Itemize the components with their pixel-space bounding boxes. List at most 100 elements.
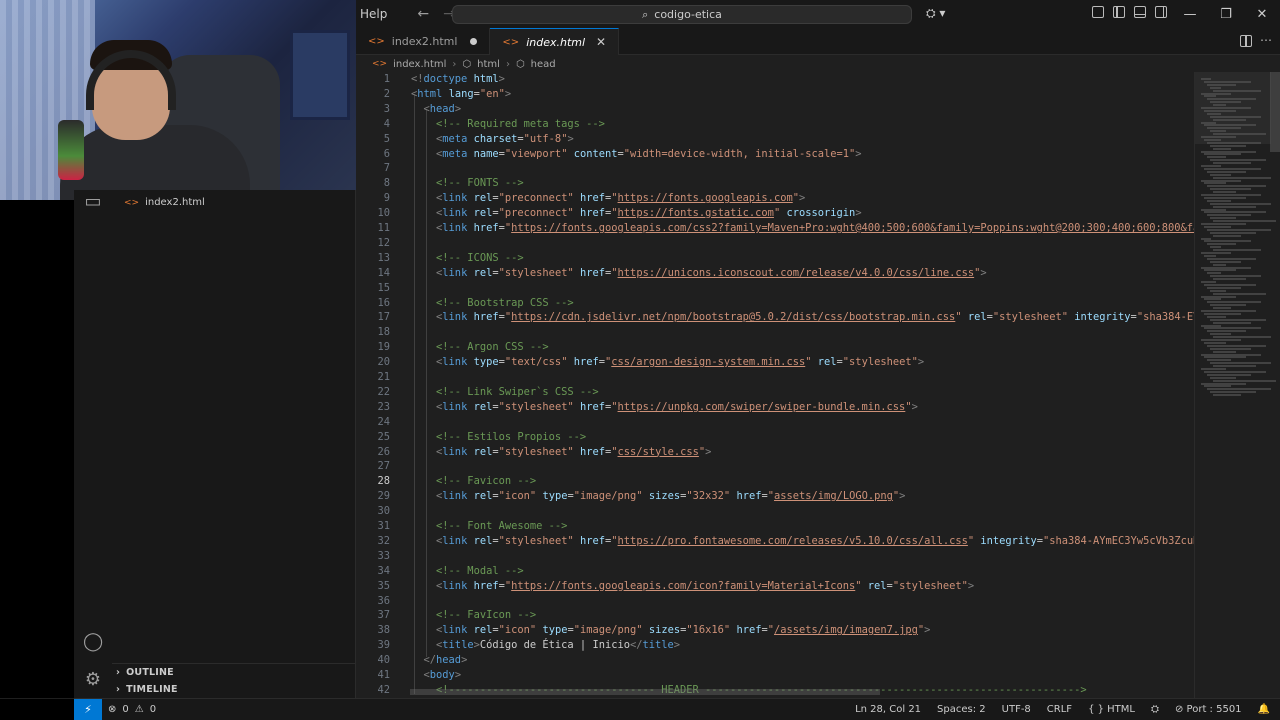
minimap-row <box>1201 324 1221 327</box>
code-line[interactable]: 21 <box>356 370 1194 385</box>
breadcrumb-head[interactable]: head <box>531 59 556 70</box>
customize-layout-icon[interactable] <box>1092 6 1104 18</box>
code-line[interactable]: 13 <!-- ICONS --> <box>356 251 1194 266</box>
code-line[interactable]: 19 <!-- Argon CSS --> <box>356 340 1194 355</box>
code-line[interactable]: 26 <link rel="stylesheet" href="css/styl… <box>356 445 1194 460</box>
code-line[interactable]: 12 <box>356 236 1194 251</box>
language-mode[interactable]: { } HTML <box>1088 704 1135 715</box>
restore-icon[interactable]: ❐ <box>1208 0 1244 28</box>
close-icon[interactable]: ✕ <box>1244 0 1280 28</box>
toggle-primary-sidebar-icon[interactable] <box>1113 6 1125 18</box>
copilot-icon[interactable]: ⛭ ▾ <box>926 6 945 21</box>
code-line[interactable]: 24 <box>356 415 1194 430</box>
live-server-port[interactable]: ⊘ Port : 5501 <box>1175 704 1242 715</box>
copilot-status-icon[interactable]: ⛭ <box>1151 704 1159 715</box>
tab-index2-html[interactable]: <> index2.html <box>356 28 491 55</box>
horizontal-scrollbar[interactable] <box>410 689 880 695</box>
code-line[interactable]: 15 <box>356 281 1194 296</box>
account-icon[interactable]: ◯ <box>83 632 103 652</box>
code-line[interactable]: 10 <link rel="preconnect" href="https://… <box>356 206 1194 221</box>
toggle-panel-icon[interactable] <box>1134 6 1146 18</box>
line-number: 1 <box>383 73 390 85</box>
minimap-row <box>1210 391 1256 394</box>
minimap-row <box>1213 336 1271 339</box>
outline-section[interactable]: › OUTLINE <box>116 667 174 678</box>
minimap-row <box>1207 214 1251 217</box>
encoding[interactable]: UTF-8 <box>1002 704 1031 715</box>
end-of-line[interactable]: CRLF <box>1047 704 1072 715</box>
code-line[interactable]: 33 <box>356 549 1194 564</box>
minimap-row <box>1204 182 1226 185</box>
code-line[interactable]: 17 <link href="https://cdn.jsdelivr.net/… <box>356 310 1194 325</box>
gear-icon[interactable]: ⚙ <box>83 670 103 690</box>
code-line[interactable]: 41 <body> <box>356 668 1194 683</box>
code-line[interactable]: 9 <link rel="preconnect" href="https://f… <box>356 191 1194 206</box>
code-line[interactable]: 2 <html lang="en"> <box>356 87 1194 102</box>
close-tab-icon[interactable]: ✕ <box>596 35 606 49</box>
explorer-icon[interactable]: ▭ <box>83 192 103 212</box>
minimap-row <box>1210 304 1246 307</box>
code-line[interactable]: 22 <!-- Link Swiper`s CSS --> <box>356 385 1194 400</box>
code-line[interactable]: 14 <link rel="stylesheet" href="https://… <box>356 266 1194 281</box>
minimap-row <box>1210 275 1261 278</box>
code-line[interactable]: 25 <!-- Estilos Propios --> <box>356 430 1194 445</box>
minimize-icon[interactable]: — <box>1172 0 1208 28</box>
toggle-secondary-sidebar-icon[interactable] <box>1155 6 1167 18</box>
line-number: 6 <box>383 147 390 160</box>
code-text: <!doctype html> <box>411 73 505 85</box>
code-line[interactable]: 1 <!doctype html> <box>356 72 1194 87</box>
timeline-section[interactable]: › TIMELINE <box>116 684 178 695</box>
menu-help[interactable]: Help <box>360 7 387 21</box>
code-line[interactable]: 30 <box>356 504 1194 519</box>
code-line[interactable]: 37 <!-- FavIcon --> <box>356 608 1194 623</box>
arrow-left-icon[interactable]: ← <box>417 6 429 22</box>
code-text: <link type="text/css" href="css/argon-de… <box>436 356 925 369</box>
code-editor[interactable]: 1 <!doctype html> 2 <html lang="en"> 3 <head… <box>356 72 1194 698</box>
code-line[interactable]: 4 <!-- Required meta tags --> <box>356 117 1194 132</box>
line-number: 19 <box>377 341 390 354</box>
indentation[interactable]: Spaces: 2 <box>937 704 986 715</box>
split-editor-icon[interactable] <box>1240 35 1252 47</box>
code-line[interactable]: 11 <link href="https://fonts.googleapis.… <box>356 221 1194 236</box>
code-line[interactable]: 36 <box>356 594 1194 609</box>
tab-index-html[interactable]: <> index.html ✕ <box>490 28 620 55</box>
line-number: 35 <box>377 579 390 592</box>
code-line[interactable]: 40 </head> <box>356 653 1194 668</box>
code-line[interactable]: 32 <link rel="stylesheet" href="https://… <box>356 534 1194 549</box>
code-line[interactable]: 7 <box>356 161 1194 176</box>
code-line[interactable]: 20 <link type="text/css" href="css/argon… <box>356 355 1194 370</box>
code-line[interactable]: 35 <link href="https://fonts.googleapis.… <box>356 579 1194 594</box>
minimap-row <box>1204 312 1241 315</box>
remote-indicator-icon[interactable]: ⚡ <box>74 699 102 720</box>
unsaved-dot-icon[interactable] <box>470 38 478 45</box>
command-center-search[interactable]: ⌕ codigo-etica <box>452 5 912 24</box>
code-line[interactable]: 31 <!-- Font Awesome --> <box>356 519 1194 534</box>
cursor-position[interactable]: Ln 28, Col 21 <box>855 704 921 715</box>
minimap-row <box>1207 388 1271 391</box>
explorer-file-item[interactable]: <> index2.html <box>124 197 205 208</box>
breadcrumb-html[interactable]: html <box>477 59 500 70</box>
minimap-row <box>1201 295 1236 298</box>
minimap-row <box>1204 124 1256 127</box>
code-line[interactable]: 38 <link rel="icon" type="image/png" siz… <box>356 623 1194 638</box>
more-actions-icon[interactable]: ⋯ <box>1260 33 1272 47</box>
code-line[interactable]: 39 <title>Código de Ética | Inicio</titl… <box>356 638 1194 653</box>
minimap[interactable] <box>1194 72 1280 698</box>
code-line[interactable]: 28 <!-- Favicon --> <box>356 474 1194 489</box>
bell-icon[interactable]: 🔔 <box>1258 704 1270 715</box>
vertical-scrollbar[interactable] <box>1270 72 1280 152</box>
code-line[interactable]: 5 <meta charset="utf-8"> <box>356 132 1194 147</box>
code-line[interactable]: 27 <box>356 459 1194 474</box>
code-line[interactable]: 18 <box>356 325 1194 340</box>
code-line[interactable]: 23 <link rel="stylesheet" href="https://… <box>356 400 1194 415</box>
breadcrumb-file[interactable]: index.html <box>393 59 446 70</box>
code-line[interactable]: 8 <!-- FONTS --> <box>356 176 1194 191</box>
code-line[interactable]: 16 <!-- Bootstrap CSS --> <box>356 296 1194 311</box>
code-line[interactable]: 6 <meta name="viewport" content="width=d… <box>356 147 1194 162</box>
code-line[interactable]: 29 <link rel="icon" type="image/png" siz… <box>356 489 1194 504</box>
code-line[interactable]: 34 <!-- Modal --> <box>356 564 1194 579</box>
minimap-row <box>1207 272 1221 275</box>
problems-indicator[interactable]: ⊗ 0 ⚠ 0 <box>108 704 156 715</box>
code-line[interactable]: 3 <head> <box>356 102 1194 117</box>
minimap-row <box>1210 173 1231 176</box>
